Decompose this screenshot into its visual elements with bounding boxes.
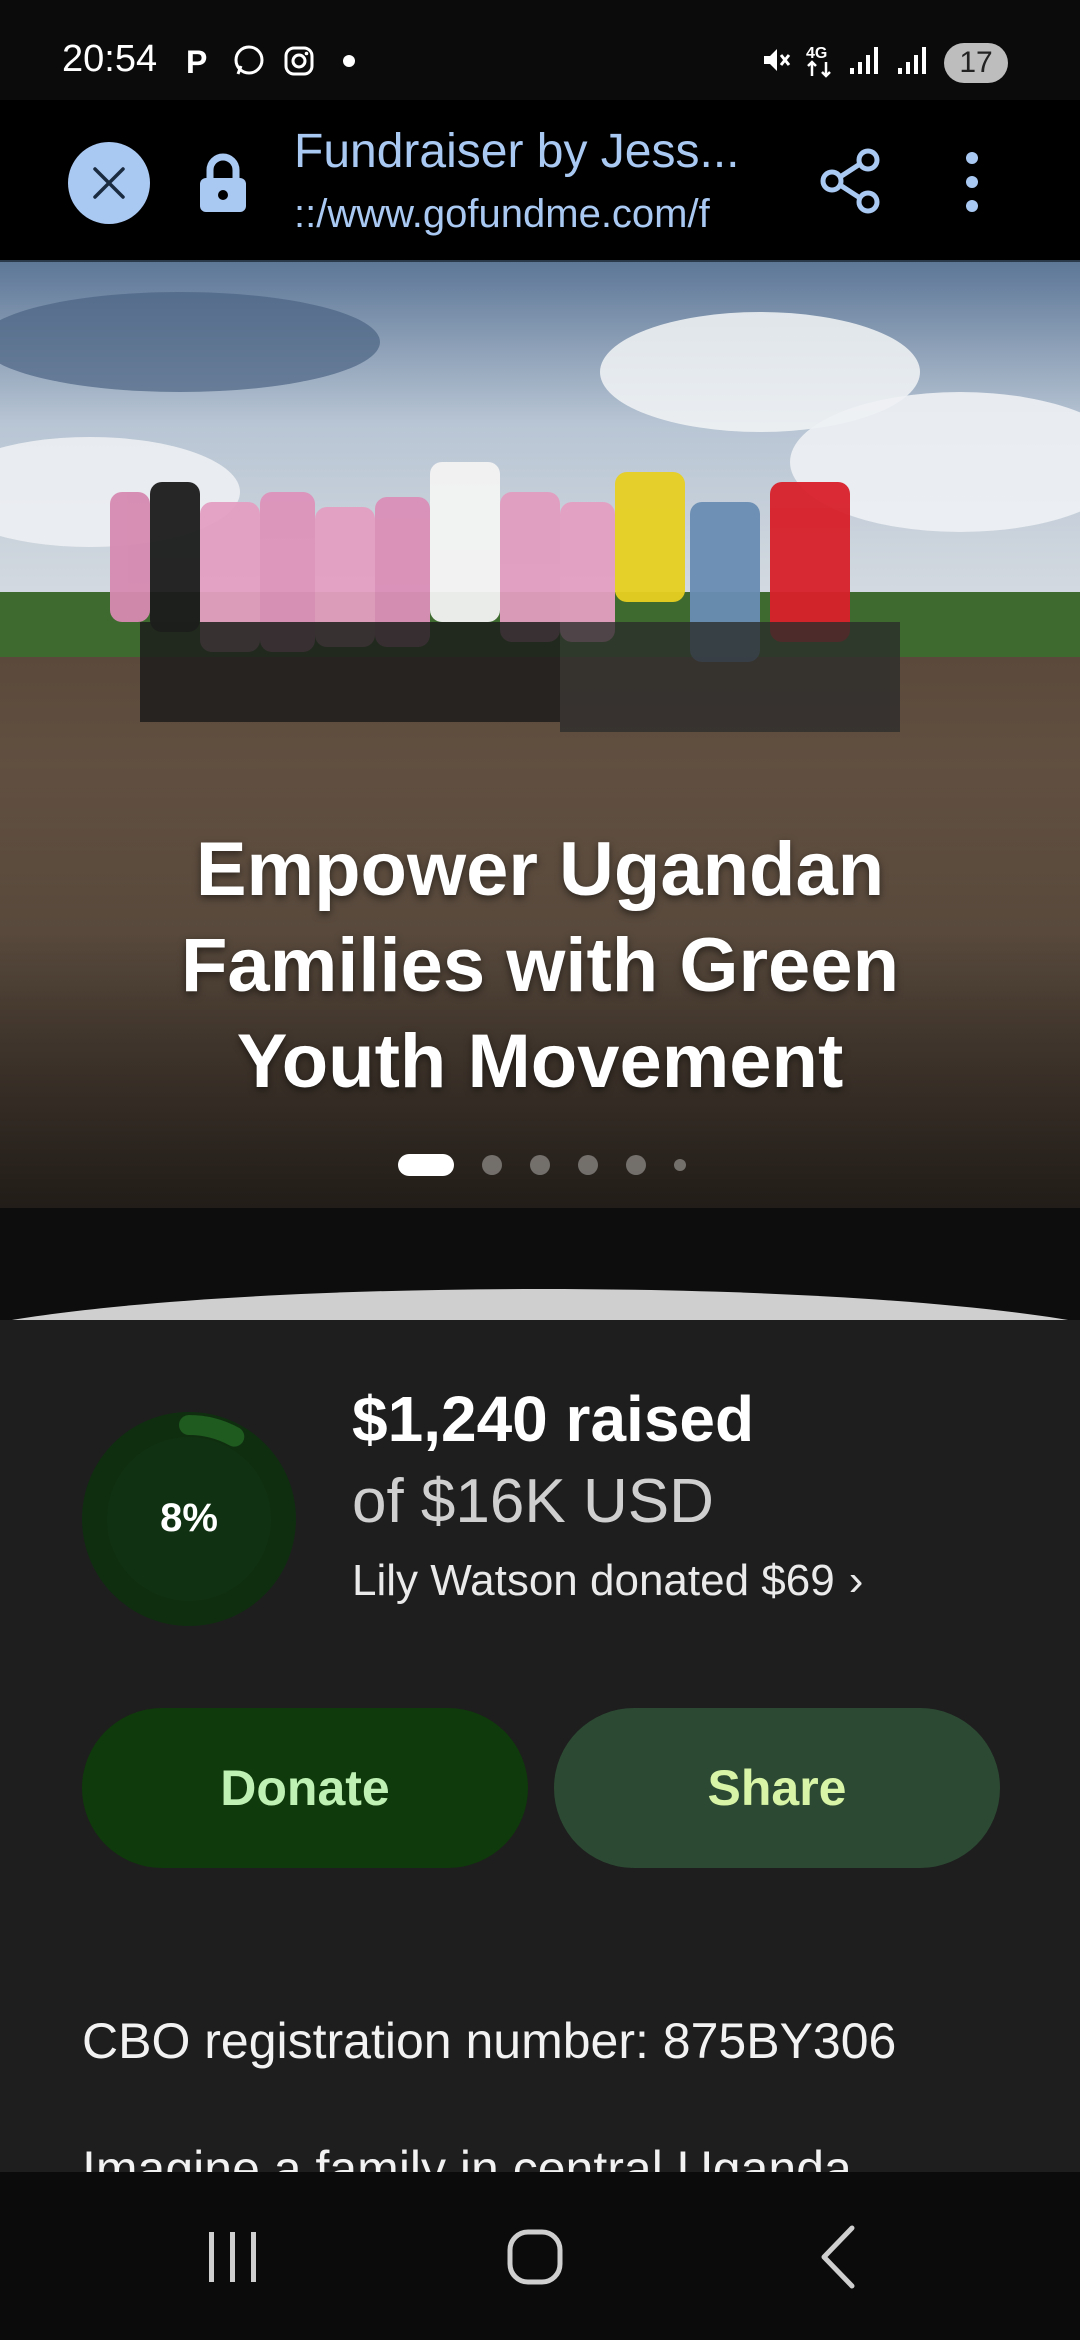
goal-amount: of $16K USD: [352, 1467, 714, 1536]
amount-raised: $1,240 raised: [352, 1383, 755, 1455]
instagram-icon: [282, 44, 316, 78]
share-icon[interactable]: [820, 148, 882, 214]
svg-text:P: P: [186, 45, 207, 77]
progress-percent: 8%: [160, 1496, 218, 1540]
fundraiser-title-line-3: Youth Movement: [236, 1019, 844, 1104]
signal-icon: [896, 44, 930, 81]
signal-icon: [848, 44, 882, 81]
page-title[interactable]: Fundraiser by Jess...: [294, 124, 774, 179]
carousel-dot[interactable]: [530, 1155, 550, 1175]
share-button[interactable]: Share: [554, 1708, 1000, 1868]
donate-button[interactable]: Donate: [82, 1708, 528, 1868]
url-text[interactable]: ::/www.gofundme.com/f: [294, 192, 774, 237]
carousel-dot[interactable]: [578, 1155, 598, 1175]
back-icon[interactable]: [818, 2224, 858, 2290]
cbo-registration: CBO registration number: 875BY306: [82, 2013, 897, 2069]
fundraiser-title-line-2: Families with Green: [181, 923, 899, 1008]
fundraiser-title: Empower Ugandan Families with Green Yout…: [100, 822, 980, 1110]
carousel-dot-active[interactable]: [398, 1154, 454, 1176]
close-button[interactable]: [68, 142, 150, 224]
more-options-icon[interactable]: [960, 150, 984, 214]
4g-icon: 4G: [806, 42, 834, 83]
recent-donation-link[interactable]: Lily Watson donated $69 ›: [352, 1556, 863, 1606]
status-right-icons: 4G 17: [760, 42, 1008, 83]
browser-header: Fundraiser by Jess... ::/www.gofundme.co…: [0, 100, 1080, 262]
status-left-icons: P: [182, 44, 366, 78]
mute-icon: [760, 44, 792, 81]
lock-icon[interactable]: [196, 152, 250, 214]
carousel-dot[interactable]: [674, 1159, 686, 1171]
parking-p-icon: P: [182, 44, 216, 78]
recents-icon[interactable]: [205, 2230, 261, 2284]
hero-image-carousel[interactable]: Empower Ugandan Families with Green Yout…: [0, 262, 1080, 1208]
notification-dot-icon: [332, 44, 366, 78]
status-bar: 20:54 P 4G 17: [0, 0, 1080, 100]
sheet-top-curve: [0, 1289, 1080, 1322]
fundraiser-details: 8% $1,240 raised of $16K USD Lily Watson…: [0, 1320, 1080, 2197]
system-nav-bar: [0, 2172, 1080, 2340]
carousel-dot[interactable]: [482, 1155, 502, 1175]
battery-indicator: 17: [944, 42, 1008, 83]
svg-text:4G: 4G: [806, 45, 827, 62]
whatsapp-icon: [232, 44, 266, 78]
status-time: 20:54: [62, 38, 158, 80]
recent-donation-text: Lily Watson donated $69: [352, 1556, 835, 1605]
carousel-dots[interactable]: [398, 1154, 686, 1176]
chevron-right-icon: ›: [848, 1556, 864, 1605]
fundraiser-title-line-1: Empower Ugandan: [195, 827, 885, 912]
close-icon: [93, 167, 125, 199]
home-icon[interactable]: [506, 2228, 564, 2286]
carousel-dot[interactable]: [626, 1155, 646, 1175]
